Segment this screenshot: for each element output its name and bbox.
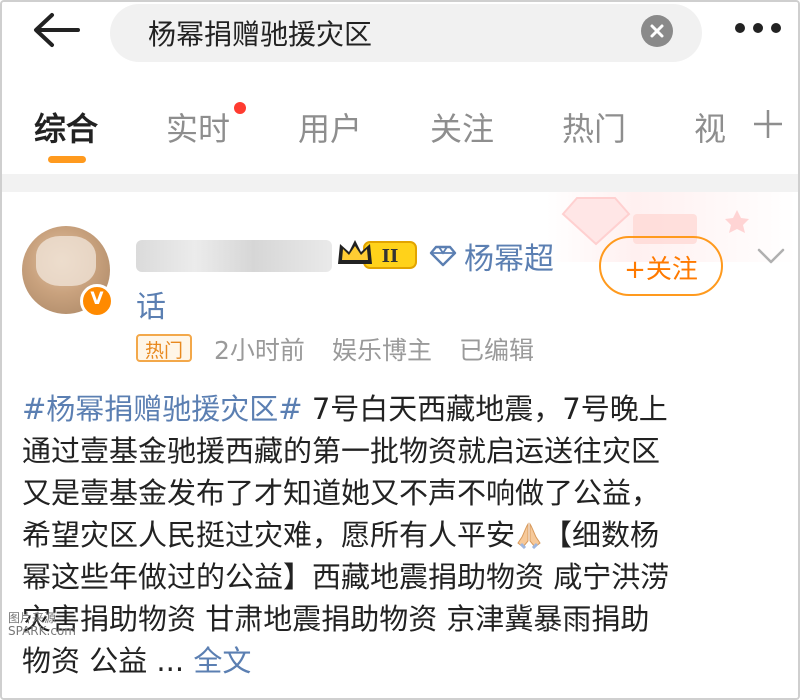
- post-line: 灾害捐助物资 甘肃地震捐助物资 京津冀暴雨捐助: [22, 598, 649, 640]
- follow-button[interactable]: +关注: [599, 236, 723, 296]
- section-divider: [2, 174, 798, 192]
- tab-hot[interactable]: 热门: [562, 104, 626, 150]
- crown-icon: II: [338, 240, 417, 269]
- username-blurred[interactable]: [136, 240, 332, 272]
- watermark-line-2: SPARK.com: [8, 624, 76, 638]
- search-query: 杨幂捐赠驰援灾区: [148, 18, 373, 51]
- tab-following[interactable]: 关注: [430, 104, 494, 150]
- level-badge-text: II: [382, 246, 399, 267]
- post-text: 物资 公益 ...: [22, 644, 194, 678]
- more-options-button[interactable]: [728, 16, 788, 40]
- tab-video[interactable]: 视: [694, 104, 726, 150]
- author-role: 娱乐博主: [332, 336, 433, 365]
- new-content-dot: [234, 102, 246, 114]
- hashtag-link[interactable]: #杨幂捐赠驰援灾区#: [22, 392, 303, 426]
- add-tab-button[interactable]: [750, 106, 786, 142]
- more-icon: [735, 23, 781, 33]
- post-text: 7号白天西藏地震，7号晚上: [302, 392, 668, 426]
- avatar-blurred-face: [36, 236, 96, 286]
- hot-badge: 热门: [136, 334, 192, 362]
- search-input[interactable]: 杨幂捐赠驰援灾区: [110, 4, 702, 62]
- follow-button-label: +关注: [624, 255, 698, 285]
- post-line: 希望灾区人民挺过灾难，愿所有人平安 【细数杨: [22, 514, 659, 556]
- post-line: 幂这些年做过的公益】西藏地震捐助物资 咸宁洪涝: [22, 556, 669, 598]
- tab-comprehensive[interactable]: 综合: [34, 104, 98, 150]
- post-line: 又是壹基金发布了才知道她又不声不响做了公益，: [22, 472, 660, 514]
- post-line: 通过壹基金驰援西藏的第一批物资就启运送往灾区: [22, 430, 660, 472]
- app-frame: 杨幂捐赠驰援灾区 综合 实时 用户 关注 热门 视 V II 杨幂超 话 +关注…: [0, 0, 800, 700]
- hot-badge-label: 热门: [144, 340, 183, 362]
- verified-v-icon: V: [80, 284, 114, 318]
- supertopic-link[interactable]: 杨幂超: [464, 234, 554, 278]
- post-text: 希望灾区人民挺过灾难，愿所有人平安: [22, 518, 516, 552]
- post-text: 灾害捐助物资 甘肃地震捐助物资 京津冀暴雨捐助: [22, 602, 650, 636]
- clear-search-button[interactable]: [641, 15, 673, 47]
- post-line: 物资 公益 ... 全文: [22, 640, 251, 682]
- plus-icon: [754, 110, 782, 138]
- watermark: 图片来源 SPARK.com: [8, 612, 76, 638]
- search-tabs: 综合 实时 用户 关注 热门 视: [2, 90, 798, 170]
- post-text: 幂这些年做过的公益】西藏地震捐助物资 咸宁洪涝: [22, 560, 670, 594]
- tab-realtime[interactable]: 实时: [166, 104, 230, 150]
- post-time: 2小时前: [214, 336, 305, 365]
- search-header: 杨幂捐赠驰援灾区: [2, 2, 798, 74]
- post-text: 【细数杨: [543, 518, 660, 552]
- post-line: #杨幂捐赠驰援灾区# 7号白天西藏地震，7号晚上: [22, 388, 668, 430]
- back-arrow-icon: [34, 13, 80, 47]
- tab-users[interactable]: 用户: [298, 104, 362, 150]
- back-button[interactable]: [28, 10, 88, 50]
- active-tab-indicator: [48, 156, 86, 163]
- chevron-down-icon[interactable]: [754, 244, 788, 268]
- edited-label: 已编辑: [459, 336, 535, 365]
- post-text: 通过壹基金驰援西藏的第一批物资就启运送往灾区: [22, 434, 661, 468]
- read-more-link[interactable]: 全文: [193, 644, 251, 678]
- diamond-icon: [429, 245, 457, 267]
- supertopic-link-continued[interactable]: 话: [136, 282, 166, 326]
- post-text: 又是壹基金发布了才知道她又不声不响做了公益，: [22, 476, 661, 510]
- clear-icon: [650, 24, 664, 38]
- pray-hands-icon: [517, 522, 541, 549]
- post-card: V II 杨幂超 话 +关注 热门 2小时前 娱乐博主 已编辑 #杨幂捐赠驰援灾…: [2, 192, 798, 698]
